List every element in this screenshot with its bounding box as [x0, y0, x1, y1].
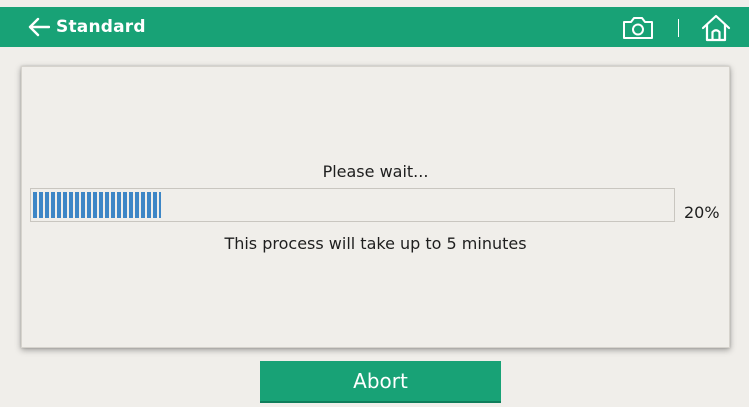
progress-dialog: Please wait... 20% This process will tak… — [21, 66, 730, 348]
progress-bar-fill — [33, 192, 161, 218]
camera-button[interactable] — [622, 16, 654, 40]
camera-icon — [622, 17, 654, 44]
abort-button[interactable]: Abort — [260, 361, 501, 403]
back-button[interactable]: Standard — [28, 11, 146, 43]
home-button[interactable] — [701, 14, 731, 42]
duration-message: This process will take up to 5 minutes — [224, 234, 527, 253]
home-icon — [701, 14, 731, 46]
progress-percent: 20% — [684, 203, 720, 222]
wait-message: Please wait... — [322, 162, 429, 181]
progress-bar — [30, 188, 675, 222]
arrow-left-icon — [28, 17, 50, 37]
header-divider — [678, 19, 679, 37]
page-title: Standard — [56, 17, 146, 37]
header-bar: Standard — [0, 7, 749, 47]
